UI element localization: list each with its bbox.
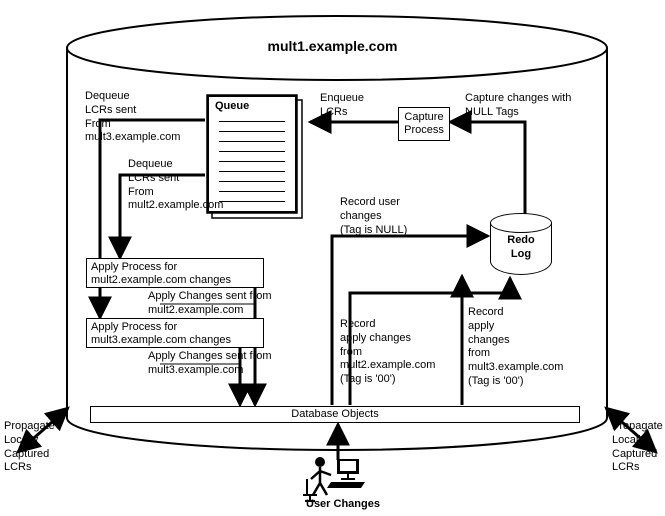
apply-sent-m3-label: Apply Changes sent from mult3.example.co…	[148, 350, 272, 378]
redo-log-top	[490, 213, 552, 233]
enqueue-lcrs-label: Enqueue LCRs	[320, 92, 364, 120]
apply-process-mult2-box: Apply Process for mult2.example.com chan…	[86, 258, 264, 288]
record-apply-m3-label: Record apply changes from mult3.example.…	[468, 306, 563, 389]
dequeue-mult2-label: Dequeue LCRs sent From mult2.example.com	[128, 158, 223, 213]
propagate-left-label: Propagate Locally Captured LCRs	[4, 420, 55, 475]
apply-sent-m2-label: Apply Changes sent from mult2.example.co…	[148, 290, 272, 318]
user-changes-label: User Changes	[288, 498, 398, 512]
record-apply-m2-label: Record apply changes from mult2.example.…	[340, 318, 435, 387]
apply-process-mult3-box: Apply Process for mult3.example.com chan…	[86, 318, 264, 348]
apply-process-mult2-label: Apply Process for mult2.example.com chan…	[91, 261, 259, 287]
propagate-right-label: Propagate Locally Captured LCRs	[612, 420, 663, 475]
database-objects-label: Database Objects	[291, 408, 378, 420]
capture-process-label: Capture Process	[403, 111, 445, 137]
redo-log-label: Redo Log	[490, 234, 552, 262]
dequeue-mult3-label: Dequeue LCRs sent From mult3.example.com	[85, 90, 180, 145]
queue-label: Queue	[215, 100, 249, 114]
diagram-title: mult1.example.com	[0, 38, 665, 56]
capture-process-box: Capture Process	[398, 107, 450, 141]
database-objects-box: Database Objects	[90, 406, 580, 423]
capture-null-label: Capture changes with NULL Tags	[465, 92, 571, 120]
record-user-label: Record user changes (Tag is NULL)	[340, 196, 407, 237]
apply-process-mult3-label: Apply Process for mult3.example.com chan…	[91, 321, 259, 347]
